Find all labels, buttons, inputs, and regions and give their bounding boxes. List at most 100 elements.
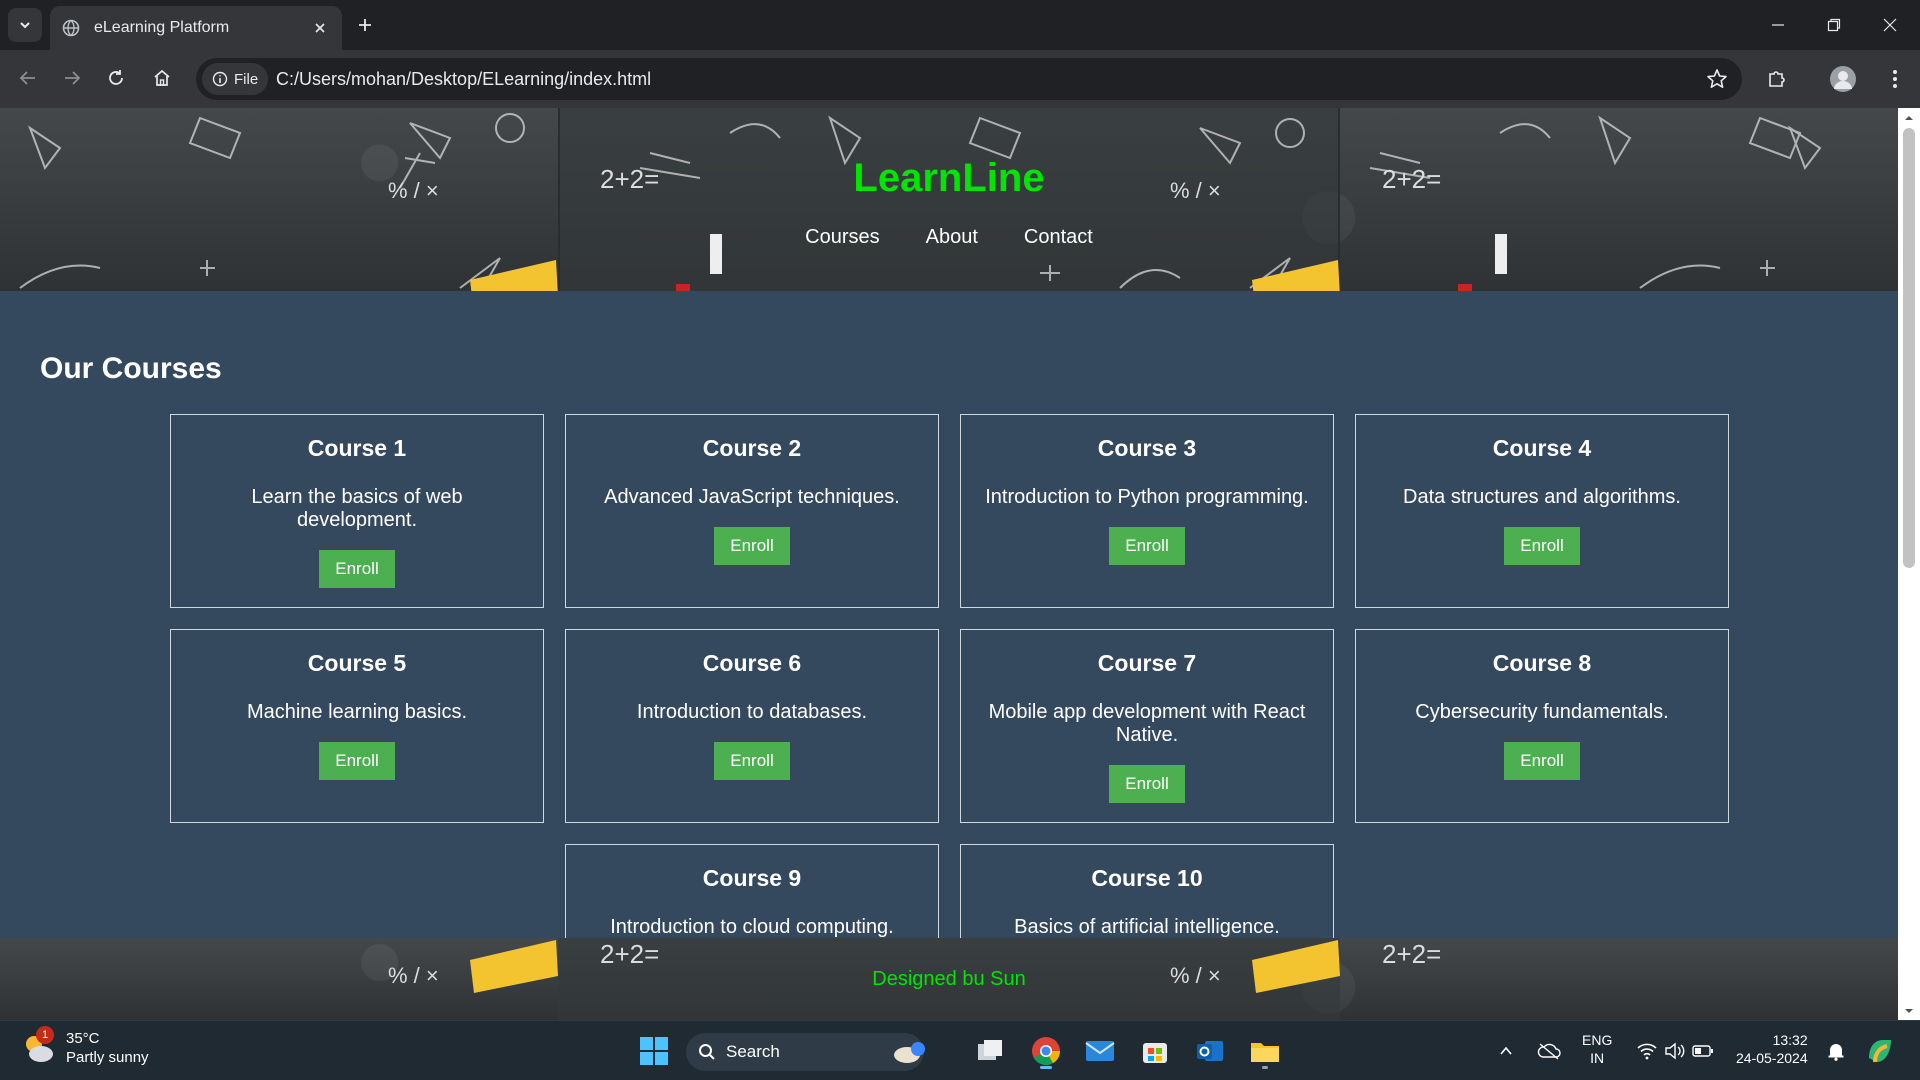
close-icon: [1883, 18, 1897, 32]
language-indicator[interactable]: ENG IN: [1582, 1031, 1612, 1067]
course-description: Data structures and algorithms.: [1403, 486, 1681, 508]
chevron-down-icon: [20, 22, 30, 29]
taskbar-search[interactable]: Search: [686, 1033, 924, 1071]
clock-date: 24-05-2024: [1736, 1050, 1808, 1066]
notifications-button[interactable]: [1822, 1031, 1850, 1071]
clock-time: 13:32: [1772, 1032, 1808, 1048]
course-description: Introduction to databases.: [636, 701, 868, 723]
course-card: Course 3 Introduction to Python programmi…: [960, 414, 1334, 608]
course-description: Basics of artificial intelligence.: [1014, 916, 1280, 938]
course-card: Course 1 Learn the basics of web developm…: [170, 414, 544, 608]
clock[interactable]: 13:32 24-05-2024: [1736, 1031, 1808, 1067]
open-app-indicator: [1262, 1066, 1268, 1069]
course-card: Course 4 Data structures and algorithms. E…: [1355, 414, 1729, 608]
globe-icon: [62, 19, 80, 37]
enroll-button[interactable]: Enroll: [319, 742, 395, 780]
course-description: Cybersecurity fundamentals.: [1415, 701, 1669, 723]
show-hidden-icons-button[interactable]: [1492, 1031, 1520, 1071]
site-info-chip[interactable]: File: [202, 63, 269, 95]
back-button[interactable]: [12, 62, 44, 94]
copilot-pre-icon[interactable]: [1860, 1031, 1900, 1071]
task-view-icon[interactable]: [970, 1031, 1010, 1071]
system-tray-quick-settings[interactable]: [1630, 1031, 1720, 1071]
search-icon: [699, 1044, 715, 1060]
tab-search-button[interactable]: [8, 8, 42, 42]
course-description: Mobile app development with React Native…: [988, 701, 1306, 746]
enroll-button[interactable]: Enroll: [714, 742, 790, 780]
arrow-right-icon: [65, 71, 81, 85]
enroll-button[interactable]: Enroll: [1109, 765, 1185, 803]
restore-icon: [1827, 18, 1841, 32]
arrow-left-icon: [19, 71, 35, 85]
close-window-button[interactable]: [1870, 10, 1910, 40]
enroll-button[interactable]: Enroll: [1504, 742, 1580, 780]
enroll-button[interactable]: Enroll: [1109, 527, 1185, 565]
address-bar[interactable]: File C:/Users/mohan/Desktop/ELearning/in…: [196, 58, 1742, 100]
scrollbar-thumb[interactable]: [1903, 128, 1915, 568]
store-icon[interactable]: [1135, 1031, 1175, 1071]
mail-icon[interactable]: [1080, 1031, 1120, 1071]
course-description: Introduction to Python programming.: [985, 486, 1309, 508]
course-title: Course 9: [702, 865, 802, 891]
puzzle-icon: [1769, 71, 1785, 87]
extensions-button[interactable]: [1762, 64, 1792, 94]
url-text[interactable]: C:/Users/mohan/Desktop/ELearning/index.h…: [276, 58, 651, 100]
partly-sunny-icon: 1: [20, 1026, 56, 1066]
course-card: Course 2 Advanced JavaScript techniques. E…: [565, 414, 939, 608]
site-brand-title: LearnLine: [853, 156, 1045, 200]
scroll-up-icon[interactable]: [1904, 113, 1914, 123]
course-description: Machine learning basics.: [246, 701, 468, 723]
start-button[interactable]: [634, 1031, 674, 1071]
language-code: ENG: [1582, 1032, 1613, 1048]
course-description: Introduction to cloud computing.: [610, 916, 894, 938]
forward-button[interactable]: [56, 62, 88, 94]
enroll-button[interactable]: Enroll: [1504, 527, 1580, 565]
browser-tabstrip: eLearning Platform: [0, 0, 1920, 50]
active-app-indicator: [1040, 1066, 1052, 1069]
nav-link-courses[interactable]: Courses: [805, 226, 879, 249]
enroll-button[interactable]: Enroll: [714, 527, 790, 565]
scroll-down-icon[interactable]: [1904, 1006, 1914, 1016]
restore-button[interactable]: [1814, 10, 1854, 40]
onedrive-icon[interactable]: [1532, 1031, 1566, 1071]
minimize-button[interactable]: [1758, 10, 1798, 40]
enroll-button[interactable]: Enroll: [319, 550, 395, 588]
course-title: Course 1: [307, 435, 407, 461]
course-description: Learn the basics of web development.: [251, 486, 463, 531]
profile-icon: [1834, 71, 1852, 89]
copilot-icon[interactable]: [890, 1031, 930, 1071]
browser-tab[interactable]: eLearning Platform: [50, 6, 342, 50]
nav-link-about[interactable]: About: [926, 226, 978, 249]
minimize-icon: [1772, 24, 1784, 26]
course-title: Course 6: [702, 650, 802, 676]
svg-text:2+2=: 2+2=: [1382, 939, 1441, 969]
bookmark-star-icon[interactable]: [1706, 68, 1728, 90]
close-tab-icon[interactable]: [310, 18, 330, 38]
home-icon: [154, 69, 170, 86]
new-tab-button[interactable]: [352, 12, 378, 38]
page-scrollbar[interactable]: [1898, 108, 1920, 1020]
reload-icon: [109, 70, 123, 85]
profile-avatar[interactable]: [1830, 66, 1856, 92]
course-card: Course 7 Mobile app development with Reac…: [960, 629, 1334, 823]
outlook-icon[interactable]: [1190, 1031, 1230, 1071]
search-label: Search: [726, 1042, 780, 1061]
notification-badge: 1: [36, 1026, 54, 1044]
chrome-icon[interactable]: [1026, 1031, 1066, 1071]
region-code: IN: [1590, 1050, 1605, 1066]
course-title: Course 4: [1492, 435, 1592, 461]
weather-widget[interactable]: 1 35°C Partly sunny: [20, 1026, 149, 1067]
course-title: Course 5: [307, 650, 407, 676]
nav-link-contact[interactable]: Contact: [1024, 226, 1093, 249]
site-info-label: File: [234, 70, 259, 88]
course-description: Advanced JavaScript techniques.: [604, 486, 900, 508]
reload-button[interactable]: [100, 62, 132, 94]
file-explorer-icon[interactable]: [1245, 1031, 1285, 1071]
browser-menu-button[interactable]: [1880, 64, 1910, 94]
tab-title: eLearning Platform: [94, 19, 230, 36]
plus-icon: [359, 19, 371, 31]
site-header: 2+2= 2+2= % / × % / × LearnLine Courses …: [0, 108, 1898, 291]
page-viewport: 2+2= 2+2= % / × % / × LearnLine Courses …: [0, 108, 1898, 1020]
home-button[interactable]: [146, 62, 178, 94]
course-card: Course 8 Cybersecurity fundamentals. Enrol…: [1355, 629, 1729, 823]
